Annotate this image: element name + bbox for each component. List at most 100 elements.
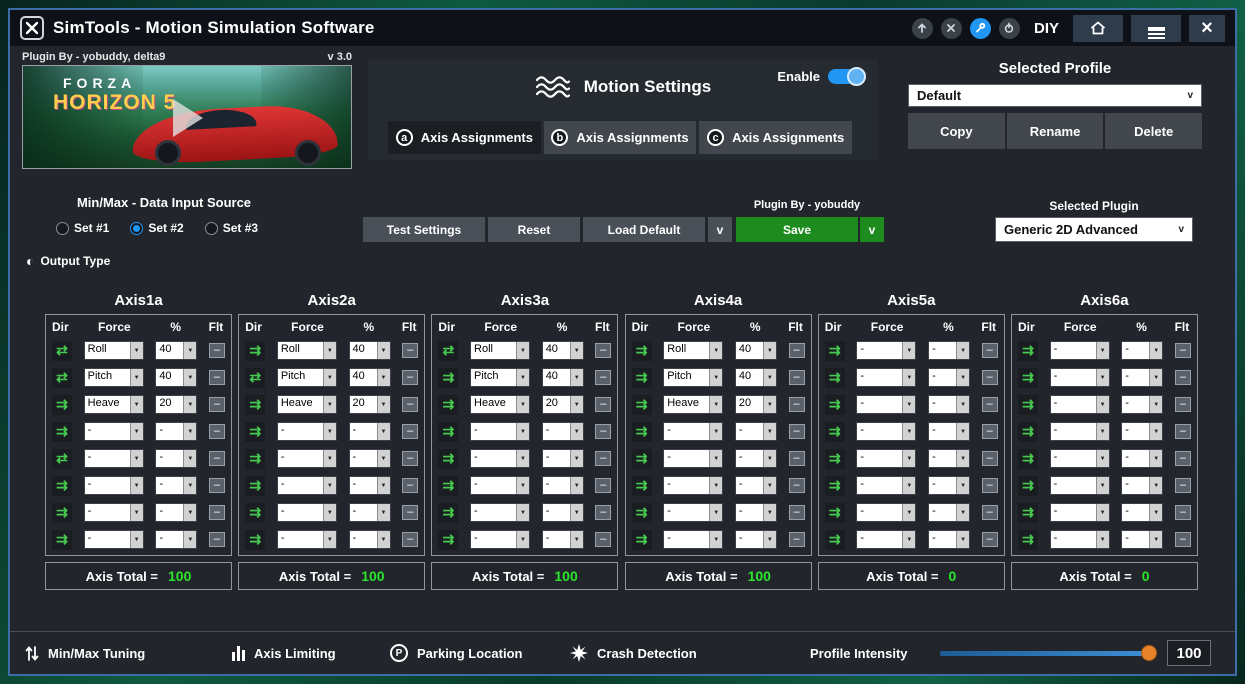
filter-button[interactable]: – [595,397,611,412]
filter-button[interactable]: – [789,451,805,466]
direction-icon[interactable]: ⇉ [245,449,265,469]
direction-icon[interactable]: ⇉ [1018,368,1038,388]
force-select[interactable]: - ▼ [856,368,916,387]
filter-button[interactable]: – [402,397,418,412]
direction-icon[interactable]: ⇉ [1018,395,1038,415]
direction-icon[interactable]: ⇉ [825,395,845,415]
filter-button[interactable]: – [789,397,805,412]
percent-select[interactable]: - ▼ [1121,341,1163,360]
direction-icon[interactable]: ⇉ [825,530,845,550]
percent-select[interactable]: 40 ▼ [735,368,777,387]
test-settings-button[interactable]: Test Settings [363,217,485,242]
update-icon[interactable] [912,18,933,39]
filter-button[interactable]: – [402,451,418,466]
percent-select[interactable]: - ▼ [928,341,970,360]
percent-select[interactable]: - ▼ [928,449,970,468]
force-select[interactable]: Roll ▼ [84,341,144,360]
close-plugin-icon[interactable] [941,18,962,39]
direction-icon[interactable]: ⇉ [632,476,652,496]
radio-set-2[interactable]: Set #2 [130,221,183,235]
direction-icon[interactable]: ⇉ [52,503,72,523]
percent-select[interactable]: - ▼ [542,476,584,495]
percent-select[interactable]: 40 ▼ [349,368,391,387]
direction-icon[interactable]: ⇉ [438,395,458,415]
percent-select[interactable]: - ▼ [155,422,197,441]
force-select[interactable]: Roll ▼ [470,341,530,360]
filter-button[interactable]: – [402,532,418,547]
force-select[interactable]: - ▼ [1050,449,1110,468]
force-select[interactable]: Heave ▼ [84,395,144,414]
percent-select[interactable]: 40 ▼ [735,341,777,360]
direction-icon[interactable]: ⇄ [245,368,265,388]
crash-detection-button[interactable]: Crash Detection [570,632,697,674]
tools-wrench-icon[interactable] [970,18,991,39]
force-select[interactable]: - ▼ [84,476,144,495]
force-select[interactable]: - ▼ [1050,476,1110,495]
tab-axis-assignments-b[interactable]: b Axis Assignments [544,121,697,154]
direction-icon[interactable]: ⇉ [825,449,845,469]
close-button[interactable]: × [1189,15,1225,42]
filter-button[interactable]: – [595,505,611,520]
percent-select[interactable]: - ▼ [349,476,391,495]
percent-select[interactable]: - ▼ [542,422,584,441]
filter-button[interactable]: – [789,370,805,385]
filter-button[interactable]: – [209,397,225,412]
percent-select[interactable]: 20 ▼ [542,395,584,414]
force-select[interactable]: - ▼ [663,503,723,522]
filter-button[interactable]: – [402,505,418,520]
direction-icon[interactable]: ⇉ [825,503,845,523]
force-select[interactable]: - ▼ [856,395,916,414]
direction-icon[interactable]: ⇉ [52,422,72,442]
force-select[interactable]: Heave ▼ [277,395,337,414]
percent-select[interactable]: - ▼ [349,449,391,468]
force-select[interactable]: Heave ▼ [663,395,723,414]
filter-button[interactable]: – [595,478,611,493]
filter-button[interactable]: – [595,532,611,547]
direction-icon[interactable]: ⇉ [245,503,265,523]
direction-icon[interactable]: ⇉ [825,476,845,496]
percent-select[interactable]: - ▼ [155,476,197,495]
filter-button[interactable]: – [402,343,418,358]
menu-button[interactable] [1131,15,1181,42]
direction-icon[interactable]: ⇉ [632,503,652,523]
percent-select[interactable]: - ▼ [1121,368,1163,387]
direction-icon[interactable]: ⇉ [825,341,845,361]
percent-select[interactable]: 40 ▼ [155,368,197,387]
filter-button[interactable]: – [982,424,998,439]
force-select[interactable]: - ▼ [1050,422,1110,441]
percent-select[interactable]: 40 ▼ [542,368,584,387]
filter-button[interactable]: – [789,478,805,493]
save-button[interactable]: Save [736,217,858,242]
direction-icon[interactable]: ⇉ [438,530,458,550]
filter-button[interactable]: – [1175,505,1191,520]
direction-icon[interactable]: ⇄ [438,341,458,361]
percent-select[interactable]: - ▼ [155,449,197,468]
radio-set-3[interactable]: Set #3 [205,221,258,235]
reset-button[interactable]: Reset [488,217,580,242]
direction-icon[interactable]: ⇉ [632,449,652,469]
force-select[interactable]: - ▼ [84,422,144,441]
enable-toggle[interactable] [828,69,864,84]
force-select[interactable]: - ▼ [277,530,337,549]
force-select[interactable]: - ▼ [663,476,723,495]
force-select[interactable]: - ▼ [84,530,144,549]
direction-icon[interactable]: ⇉ [632,395,652,415]
force-select[interactable]: - ▼ [470,503,530,522]
filter-button[interactable]: – [402,370,418,385]
force-select[interactable]: Pitch ▼ [470,368,530,387]
load-default-dropdown-button[interactable]: v [708,217,732,242]
direction-icon[interactable]: ⇉ [245,530,265,550]
percent-select[interactable]: - ▼ [349,503,391,522]
filter-button[interactable]: – [209,532,225,547]
percent-select[interactable]: - ▼ [349,530,391,549]
filter-button[interactable]: – [982,451,998,466]
force-select[interactable]: - ▼ [856,341,916,360]
percent-select[interactable]: - ▼ [1121,395,1163,414]
percent-select[interactable]: - ▼ [1121,476,1163,495]
force-select[interactable]: - ▼ [663,422,723,441]
percent-select[interactable]: - ▼ [928,530,970,549]
direction-icon[interactable]: ⇉ [1018,503,1038,523]
direction-icon[interactable]: ⇉ [245,476,265,496]
filter-button[interactable]: – [982,478,998,493]
filter-button[interactable]: – [789,424,805,439]
